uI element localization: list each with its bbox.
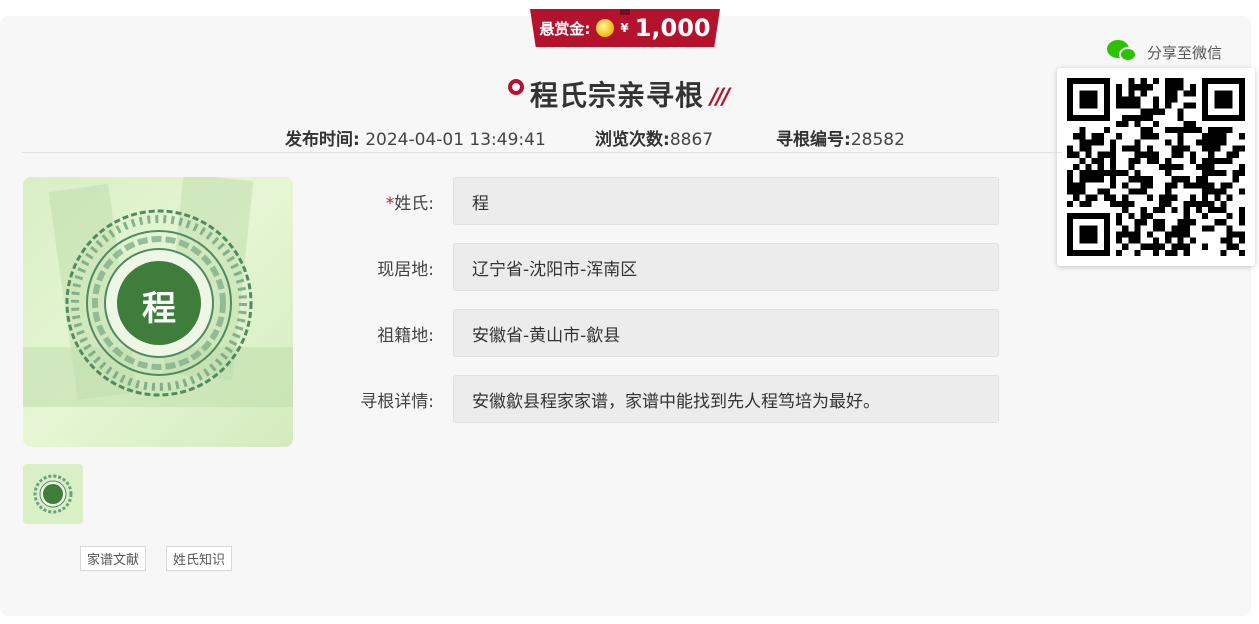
record-id-label: 寻根编号: [776,130,851,150]
title-ring-icon [508,79,524,95]
search-details-value: 安徽歙县程家家谱，家谱中能找到先人程笃培为最好。 [453,375,999,423]
publish-time-value: 2024-04-01 13:49:41 [365,130,546,150]
reward-amount: 1,000 [634,14,711,42]
title-slash-icon: /// [710,84,730,110]
image-thumbnail[interactable] [23,464,83,524]
wechat-icon [1107,40,1139,64]
ancestral-home-label: 祖籍地: [377,325,434,346]
tag-surname-knowledge[interactable]: 姓氏知识 [166,546,233,571]
title-block: 程氏宗亲寻根 /// [508,74,730,114]
share-label: 分享至微信 [1147,43,1223,62]
tag-genealogy-documents[interactable]: 家谱文献 [80,546,147,571]
current-residence-label: 现居地: [377,259,434,280]
publish-time-label: 发布时间: [285,130,360,150]
view-count-value: 8867 [669,130,714,150]
record-id: 寻根编号:28582 [776,125,905,150]
reward-currency: ¥ [620,21,629,35]
surname-label: *姓氏: [385,193,434,214]
ancestral-home-value: 安徽省-黄山市-歙县 [453,309,999,357]
surname-seal-image[interactable]: 程 [23,177,293,447]
reward-label: 悬赏金: [539,19,591,38]
search-details-label: 寻根详情: [360,391,434,412]
field-ancestral-home: 祖籍地: 安徽省-黄山市-歙县 [340,309,1000,357]
surname-value: 程 [453,177,999,225]
divider [22,152,1062,153]
qr-code [1057,68,1255,266]
reward-ribbon: 悬赏金: ¥ 1,000 [530,9,720,47]
view-count: 浏览次数:8867 [595,125,713,150]
publish-time: 发布时间: 2024-04-01 13:49:41 [285,125,546,150]
field-current-residence: 现居地: 辽宁省-沈阳市-浑南区 [340,243,1000,291]
view-count-label: 浏览次数: [595,130,670,150]
field-surname: *姓氏: 程 [340,177,1000,225]
seal-character: 程 [142,289,176,329]
qr-code-image [1067,78,1245,256]
share-wechat[interactable]: 分享至微信 [1107,40,1222,64]
page-title: 程氏宗亲寻根 [530,79,705,112]
current-residence-value: 辽宁省-沈阳市-浑南区 [453,243,999,291]
required-mark: * [385,193,395,214]
coin-icon [596,19,615,37]
record-id-value: 28582 [850,130,905,150]
field-search-details: 寻根详情: 安徽歙县程家家谱，家谱中能找到先人程笃培为最好。 [340,375,1000,423]
thumbnail-seal-icon [33,474,73,514]
